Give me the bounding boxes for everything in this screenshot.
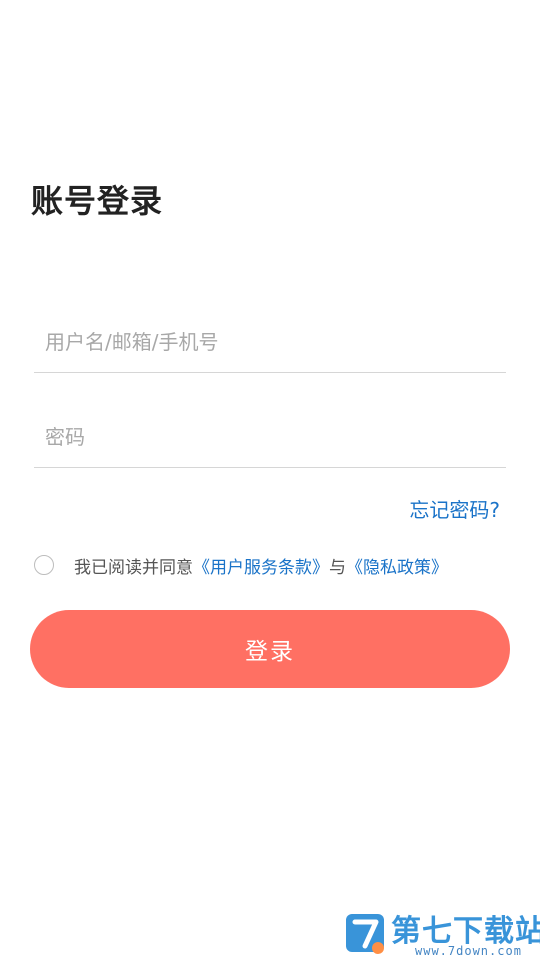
username-field[interactable] bbox=[34, 312, 506, 373]
username-input[interactable] bbox=[34, 312, 506, 372]
watermark-logo-icon bbox=[346, 914, 384, 954]
password-input[interactable] bbox=[34, 407, 506, 467]
login-screen: 账号登录 忘记密码? 我已阅读并同意 《用户服务条款》 与 《隐私政策》 登录 … bbox=[0, 0, 540, 960]
password-field[interactable] bbox=[34, 407, 506, 468]
privacy-link[interactable]: 《隐私政策》 bbox=[346, 553, 448, 578]
watermark: 第七下载站 www.7down.com bbox=[345, 904, 540, 960]
agreement-conjunction: 与 bbox=[329, 557, 346, 578]
terms-link[interactable]: 《用户服务条款》 bbox=[193, 553, 329, 578]
agreement-row: 我已阅读并同意 《用户服务条款》 与 《隐私政策》 bbox=[34, 552, 448, 578]
agreement-prefix: 我已阅读并同意 bbox=[74, 557, 193, 578]
login-button[interactable]: 登录 bbox=[30, 610, 510, 688]
forgot-password-link[interactable]: 忘记密码? bbox=[409, 494, 500, 523]
watermark-url: www.7down.com bbox=[415, 944, 522, 958]
agreement-radio[interactable] bbox=[34, 555, 54, 575]
page-title: 账号登录 bbox=[31, 182, 164, 220]
